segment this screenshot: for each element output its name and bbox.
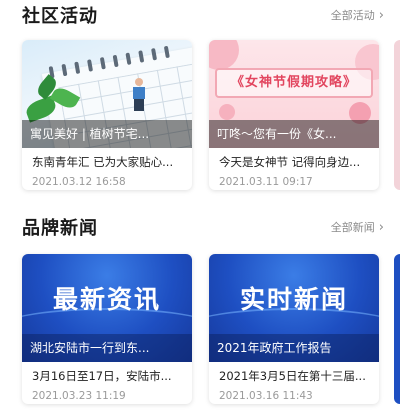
card-date: 2021.03.23 11:19 — [32, 390, 126, 402]
section-title: 品牌新闻 — [22, 218, 98, 239]
activity-card[interactable]: 寓见美好 | 植树节宅... 东南青年汇 已为大家贴心... 2021.03.1… — [22, 40, 192, 190]
community-section: 社区活动 全部活动 › 寓见美好 | 植树节宅... 东南青年汇 已为大家贴心.… — [0, 0, 400, 200]
banner-text: 《女神节假期攻略》 — [215, 68, 373, 98]
card-description: 今天是女神节 记得向身边... — [219, 155, 361, 169]
news-image: 最新资讯 湖北安陆市一行到东... — [22, 254, 192, 362]
card-date: 2021.03.12 16:58 — [32, 176, 126, 188]
news-section: 品牌新闻 全部新闻 › 最新资讯 湖北安陆市一行到东... 3月16日至17日，… — [0, 212, 400, 412]
all-news-link[interactable]: 全部新闻 › — [331, 219, 384, 235]
card-date: 2021.03.16 11:43 — [219, 390, 313, 402]
news-banner-text: 最新资讯 — [52, 285, 161, 314]
chevron-right-icon: › — [378, 7, 384, 23]
activity-image: 《女神节假期攻略》 叮咚～您有一份《女... — [209, 40, 379, 148]
all-activities-link[interactable]: 全部活动 › — [331, 7, 384, 23]
chevron-right-icon: › — [378, 219, 384, 235]
card-description: 东南青年汇 已为大家贴心... — [32, 155, 174, 169]
activity-card[interactable]: 《女神节假期攻略》 叮咚～您有一份《女... 今天是女神节 记得向身边... 2… — [209, 40, 379, 190]
news-card[interactable]: 最新资讯 湖北安陆市一行到东... 3月16日至17日，安陆市... 2021.… — [22, 254, 192, 404]
card-description: 2021年3月5日在第十三届... — [219, 369, 366, 383]
card-description: 3月16日至17日，安陆市... — [32, 369, 172, 383]
next-card-peek[interactable] — [394, 254, 400, 404]
next-card-peek[interactable] — [394, 40, 400, 190]
card-overlay-title: 寓见美好 | 植树节宅... — [22, 120, 192, 148]
community-header: 社区活动 全部活动 › — [22, 0, 384, 30]
news-card[interactable]: 实时新闻 2021年政府工作报告 2021年3月5日在第十三届... 2021.… — [209, 254, 379, 404]
card-date: 2021.03.11 09:17 — [219, 176, 313, 188]
news-banner-text: 实时新闻 — [239, 285, 348, 314]
card-overlay-title: 叮咚～您有一份《女... — [209, 120, 379, 148]
activity-image: 寓见美好 | 植树节宅... — [22, 40, 192, 148]
section-title: 社区活动 — [22, 6, 98, 27]
card-overlay-title: 2021年政府工作报告 — [209, 334, 379, 362]
news-image: 实时新闻 2021年政府工作报告 — [209, 254, 379, 362]
person-figure — [132, 78, 146, 112]
more-label: 全部新闻 — [330, 221, 375, 234]
more-label: 全部活动 — [330, 9, 375, 22]
news-header: 品牌新闻 全部新闻 › — [22, 212, 384, 242]
card-overlay-title: 湖北安陆市一行到东... — [22, 334, 192, 362]
